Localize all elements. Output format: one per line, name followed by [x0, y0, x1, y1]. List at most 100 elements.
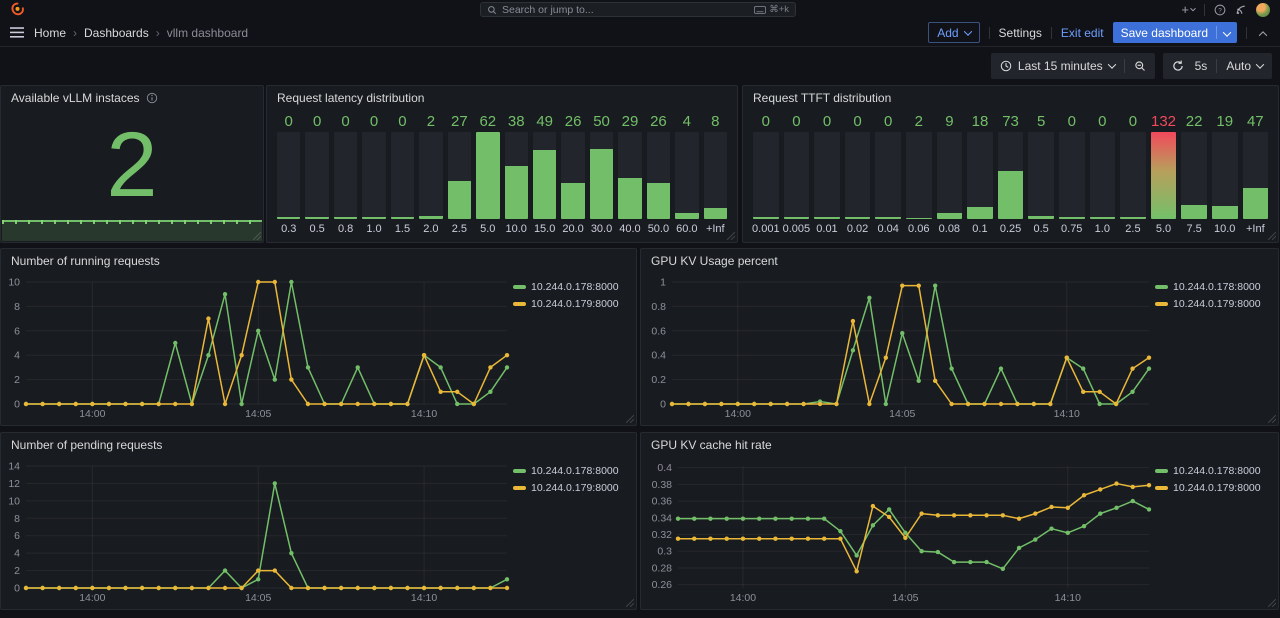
- menu-toggle-icon[interactable]: [10, 27, 24, 38]
- data-point: [686, 402, 690, 406]
- refresh-interval-label[interactable]: 5s: [1193, 53, 1217, 79]
- legend-item[interactable]: 10.244.0.178:8000: [513, 465, 631, 477]
- legend-swatch: [1155, 302, 1168, 306]
- breadcrumb-home[interactable]: Home: [34, 26, 66, 40]
- news-icon[interactable]: [1235, 4, 1247, 16]
- settings-button[interactable]: Settings: [999, 26, 1042, 40]
- save-dashboard-button[interactable]: Save dashboard: [1113, 22, 1237, 43]
- data-point: [90, 586, 94, 590]
- time-range-picker[interactable]: Last 15 minutes: [991, 53, 1124, 79]
- bar-fill: [875, 217, 901, 219]
- panel-title[interactable]: GPU KV Usage percent: [641, 249, 1278, 269]
- data-point: [289, 377, 293, 381]
- help-icon[interactable]: ?: [1214, 4, 1226, 16]
- legend-swatch: [513, 285, 526, 289]
- panel-title[interactable]: Request latency distribution: [267, 86, 737, 106]
- exit-edit-button[interactable]: Exit edit: [1061, 26, 1104, 40]
- user-avatar[interactable]: [1256, 3, 1270, 17]
- chart-legend: 10.244.0.178:8000 10.244.0.179:8000: [1155, 273, 1273, 422]
- panel-title[interactable]: Number of pending requests: [1, 433, 636, 453]
- data-point: [273, 481, 277, 485]
- data-point: [806, 516, 810, 520]
- data-point: [806, 536, 810, 540]
- data-point: [838, 536, 842, 540]
- x-axis-tick-label: 14:10: [1054, 408, 1080, 420]
- add-panel-button[interactable]: Add: [928, 22, 979, 43]
- info-icon[interactable]: [146, 92, 158, 104]
- zoom-out-button[interactable]: [1125, 53, 1155, 79]
- bar-value-label: 26: [647, 110, 670, 132]
- data-point: [1130, 390, 1134, 394]
- add-menu-button[interactable]: +: [1181, 2, 1195, 17]
- data-point: [838, 529, 842, 533]
- timeseries-chart: 024681014:0014:0514:10: [6, 273, 513, 422]
- legend-item[interactable]: 10.244.0.179:8000: [1155, 482, 1273, 494]
- histogram-bucket: 00.8: [334, 110, 357, 235]
- refresh-button[interactable]: [1163, 53, 1193, 79]
- legend-item[interactable]: 10.244.0.178:8000: [1155, 281, 1273, 293]
- bar: [1059, 132, 1085, 219]
- data-point: [966, 402, 970, 406]
- data-point: [455, 586, 459, 590]
- data-point: [741, 536, 745, 540]
- panel-resize-handle[interactable]: [1268, 232, 1276, 240]
- data-point: [90, 402, 94, 406]
- top-navbar: Search or jump to... ⌘+k + ?: [0, 0, 1280, 19]
- legend-item[interactable]: 10.244.0.178:8000: [1155, 465, 1273, 477]
- panel-title[interactable]: Available vLLM instaces: [1, 86, 263, 106]
- data-point: [900, 283, 904, 287]
- bar: [618, 132, 641, 219]
- data-point: [801, 402, 805, 406]
- data-point: [789, 516, 793, 520]
- panel-resize-handle[interactable]: [626, 415, 634, 423]
- data-point: [692, 516, 696, 520]
- panel-title[interactable]: Number of running requests: [1, 249, 636, 269]
- data-point: [1017, 516, 1021, 520]
- save-options-chevron-icon[interactable]: [1217, 26, 1237, 40]
- data-point: [488, 365, 492, 369]
- data-point: [472, 586, 476, 590]
- panel-resize-handle[interactable]: [253, 232, 261, 240]
- legend-item[interactable]: 10.244.0.179:8000: [513, 298, 631, 310]
- panel-title[interactable]: Request TTFT distribution: [743, 86, 1278, 106]
- histogram-bucket: 20.06: [906, 110, 932, 235]
- search-input[interactable]: Search or jump to... ⌘+k: [480, 2, 796, 17]
- data-point: [936, 513, 940, 517]
- data-point: [438, 586, 442, 590]
- panel-resize-handle[interactable]: [626, 599, 634, 607]
- bar-fill: [533, 150, 556, 219]
- data-point: [107, 586, 111, 590]
- grafana-logo[interactable]: [10, 2, 25, 17]
- bar: [647, 132, 670, 219]
- data-point: [1098, 487, 1102, 491]
- histogram-bucket: 460.0: [675, 110, 698, 235]
- collapse-toolbar-button[interactable]: [1256, 26, 1270, 40]
- legend-label: 10.244.0.178:8000: [531, 465, 619, 477]
- bar: [419, 132, 442, 219]
- breadcrumb-dashboards[interactable]: Dashboards: [84, 26, 149, 40]
- y-axis-tick-label: 1: [660, 277, 666, 289]
- legend-item[interactable]: 10.244.0.179:8000: [1155, 298, 1273, 310]
- legend-item[interactable]: 10.244.0.178:8000: [513, 281, 631, 293]
- data-point: [206, 586, 210, 590]
- y-axis-tick-label: 0: [14, 399, 20, 411]
- auto-refresh-picker[interactable]: Auto: [1217, 53, 1272, 79]
- time-controls-bar: Last 15 minutes 5s Auto: [0, 47, 1280, 85]
- data-point: [1033, 537, 1037, 541]
- bar: [675, 132, 698, 219]
- data-point: [757, 536, 761, 540]
- bar: [1090, 132, 1116, 219]
- panel-resize-handle[interactable]: [1268, 415, 1276, 423]
- histogram-bucket: 01.5: [391, 110, 414, 235]
- panel-title[interactable]: GPU KV cache hit rate: [641, 433, 1278, 453]
- bar-value-label: 0: [1120, 110, 1146, 132]
- data-point: [1082, 493, 1086, 497]
- panel-resize-handle[interactable]: [727, 232, 735, 240]
- data-point: [1065, 355, 1069, 359]
- legend-item[interactable]: 10.244.0.179:8000: [513, 482, 631, 494]
- data-point: [140, 402, 144, 406]
- data-point: [1015, 402, 1019, 406]
- data-point: [818, 402, 822, 406]
- panel-resize-handle[interactable]: [1268, 599, 1276, 607]
- bucket-label: 0.08: [937, 219, 963, 235]
